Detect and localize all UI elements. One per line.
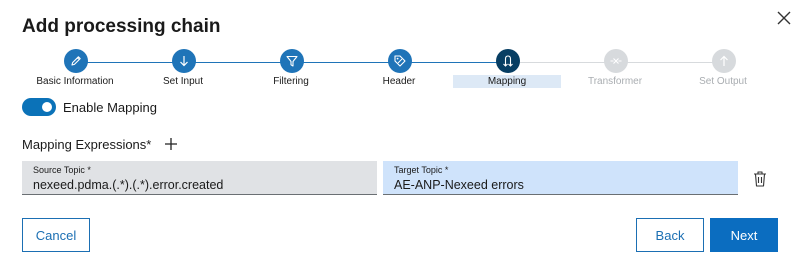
- step-label: Filtering: [273, 76, 309, 87]
- plus-icon[interactable]: [163, 136, 179, 152]
- source-topic-value: nexeed.pdma.(.*).(.*).error.created: [33, 178, 224, 192]
- trash-icon[interactable]: [752, 170, 768, 188]
- target-topic-field[interactable]: Target Topic * AE-ANP-Nexeed errors: [383, 161, 738, 195]
- transform-icon: [604, 49, 628, 73]
- target-topic-label: Target Topic *: [394, 165, 449, 175]
- back-button[interactable]: Back: [636, 218, 704, 252]
- pencil-icon: [64, 49, 88, 73]
- step-set-input[interactable]: Set Input: [128, 48, 238, 88]
- step-mapping[interactable]: Mapping: [452, 48, 562, 88]
- step-set-output: Set Output: [668, 48, 778, 88]
- step-header[interactable]: Header: [344, 48, 454, 88]
- step-filtering[interactable]: Filtering: [236, 48, 346, 88]
- close-icon[interactable]: [774, 8, 794, 28]
- step-label: Set Output: [699, 76, 747, 87]
- arrow-up-icon: [712, 49, 736, 73]
- step-basic-information[interactable]: Basic Information: [20, 48, 130, 88]
- header-tag-icon: [388, 49, 412, 73]
- source-topic-label: Source Topic *: [33, 165, 91, 175]
- mapping-expressions-header: Mapping Expressions*: [22, 135, 179, 153]
- dialog-title: Add processing chain: [22, 16, 221, 37]
- target-topic-value: AE-ANP-Nexeed errors: [394, 178, 524, 192]
- cancel-button[interactable]: Cancel: [22, 218, 90, 252]
- step-label: Transformer: [587, 76, 643, 87]
- next-button[interactable]: Next: [710, 218, 778, 252]
- filter-icon: [280, 49, 304, 73]
- mapping-expressions-label: Mapping Expressions*: [22, 136, 152, 152]
- step-transformer: Transformer: [560, 48, 670, 88]
- toggle-knob: [42, 102, 52, 112]
- enable-mapping-label: Enable Mapping: [63, 99, 157, 115]
- enable-mapping-row: Enable Mapping: [22, 97, 157, 117]
- step-label: Header: [382, 76, 416, 87]
- source-topic-field[interactable]: Source Topic * nexeed.pdma.(.*).(.*).err…: [22, 161, 377, 195]
- enable-mapping-toggle[interactable]: [22, 98, 56, 116]
- stepper: Basic Information Set Input Filtering He…: [0, 48, 800, 90]
- step-label: Mapping: [487, 76, 527, 87]
- arrow-down-icon: [172, 49, 196, 73]
- step-label: Basic Information: [36, 76, 114, 87]
- step-label: Set Input: [162, 76, 204, 87]
- mapping-arrows-icon: [496, 49, 520, 73]
